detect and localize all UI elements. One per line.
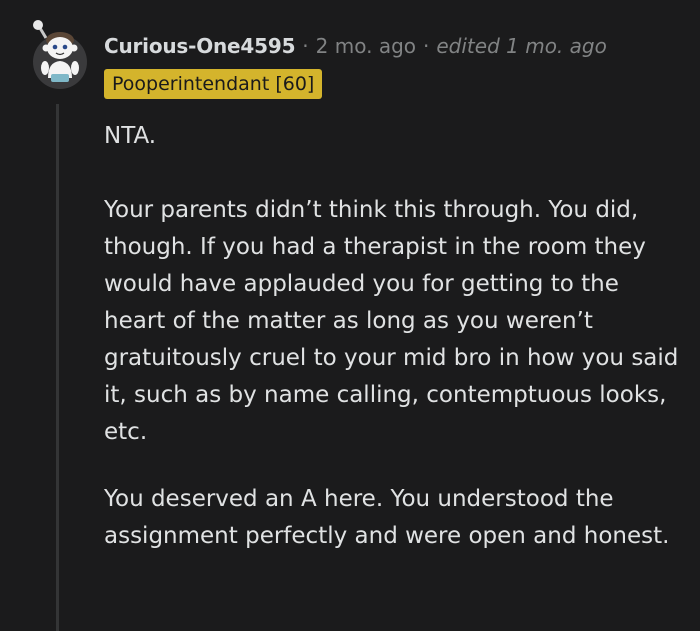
comment-meta: Curious-One4595 · 2 mo. ago · edited 1 m… (104, 32, 607, 60)
snoo-avatar-icon[interactable] (26, 18, 88, 90)
comment-paragraph: Your parents didn’t think this through. … (104, 197, 679, 445)
thread-collapse-line[interactable] (56, 104, 59, 631)
meta-separator: · (302, 34, 309, 58)
username-link[interactable]: Curious-One4595 (104, 34, 295, 58)
timestamp-link[interactable]: 2 mo. ago (316, 34, 416, 58)
comment-body: NTA. Your parents didn’t think this thro… (104, 118, 684, 555)
comment-paragraph: You deserved an A here. You understood t… (104, 486, 670, 549)
meta-separator: · (423, 34, 430, 58)
edited-label: edited 1 mo. ago (436, 34, 607, 58)
comment-paragraph: NTA. (104, 123, 157, 149)
comment-card: Curious-One4595 · 2 mo. ago · edited 1 m… (0, 0, 700, 631)
user-flair-badge: Pooperintendant [60] (104, 69, 323, 99)
